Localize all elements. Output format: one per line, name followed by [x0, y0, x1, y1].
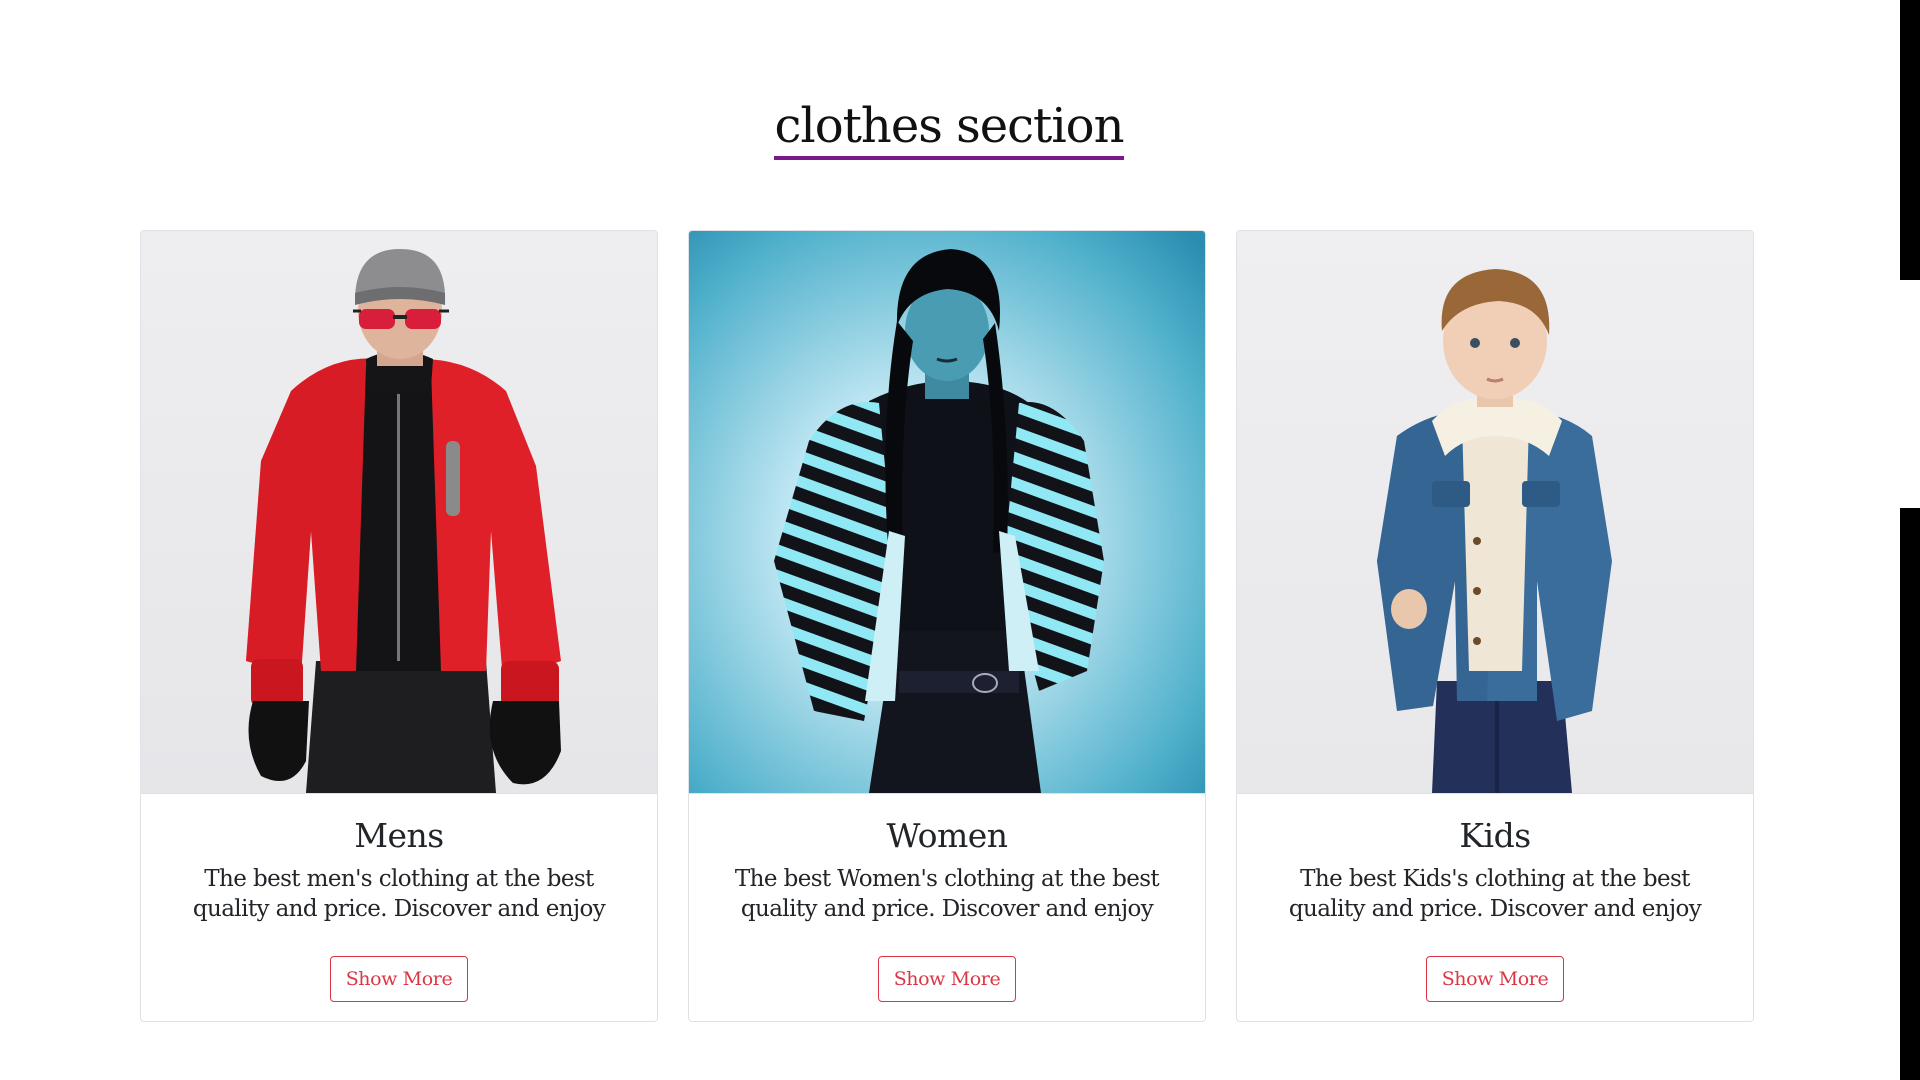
show-more-button[interactable]: Show More	[877, 956, 1017, 1002]
card-title: Mens	[354, 816, 444, 855]
show-more-button[interactable]: Show More	[329, 956, 469, 1002]
scrollbar-track-bottom[interactable]	[1900, 508, 1920, 1080]
card-description: The best Kids's clothing at the best qua…	[1288, 866, 1702, 922]
card-women: Women The best Women's clothing at the b…	[688, 230, 1206, 1022]
women-card-body: Women The best Women's clothing at the b…	[689, 794, 1205, 1021]
card-description: The best Women's clothing at the best qu…	[734, 866, 1160, 922]
womens-fashion-photo	[689, 231, 1205, 793]
card-description: The best men's clothing at the best qual…	[192, 866, 606, 922]
card-kids: Kids The best Kids's clothing at the bes…	[1236, 230, 1754, 1022]
mens-card-body: Mens The best men's clothing at the best…	[141, 794, 657, 1021]
women-card-image	[689, 231, 1205, 794]
show-more-button[interactable]: Show More	[1425, 956, 1565, 1002]
scrollbar-track-top[interactable]	[1900, 0, 1920, 280]
section-title: clothes section	[774, 98, 1125, 160]
section-header: clothes section	[0, 98, 1898, 160]
card-title: Kids	[1459, 816, 1531, 855]
mens-card-image	[141, 231, 657, 794]
card-title: Women	[886, 816, 1008, 855]
card-mens: Mens The best men's clothing at the best…	[140, 230, 658, 1022]
kids-jacket-photo	[1237, 231, 1753, 793]
kids-card-body: Kids The best Kids's clothing at the bes…	[1237, 794, 1753, 1021]
card-grid: Mens The best men's clothing at the best…	[140, 230, 1760, 1024]
mens-jacket-photo	[141, 231, 657, 793]
kids-card-image	[1237, 231, 1753, 794]
page: clothes section Mens The best men's clot…	[0, 0, 1900, 1080]
